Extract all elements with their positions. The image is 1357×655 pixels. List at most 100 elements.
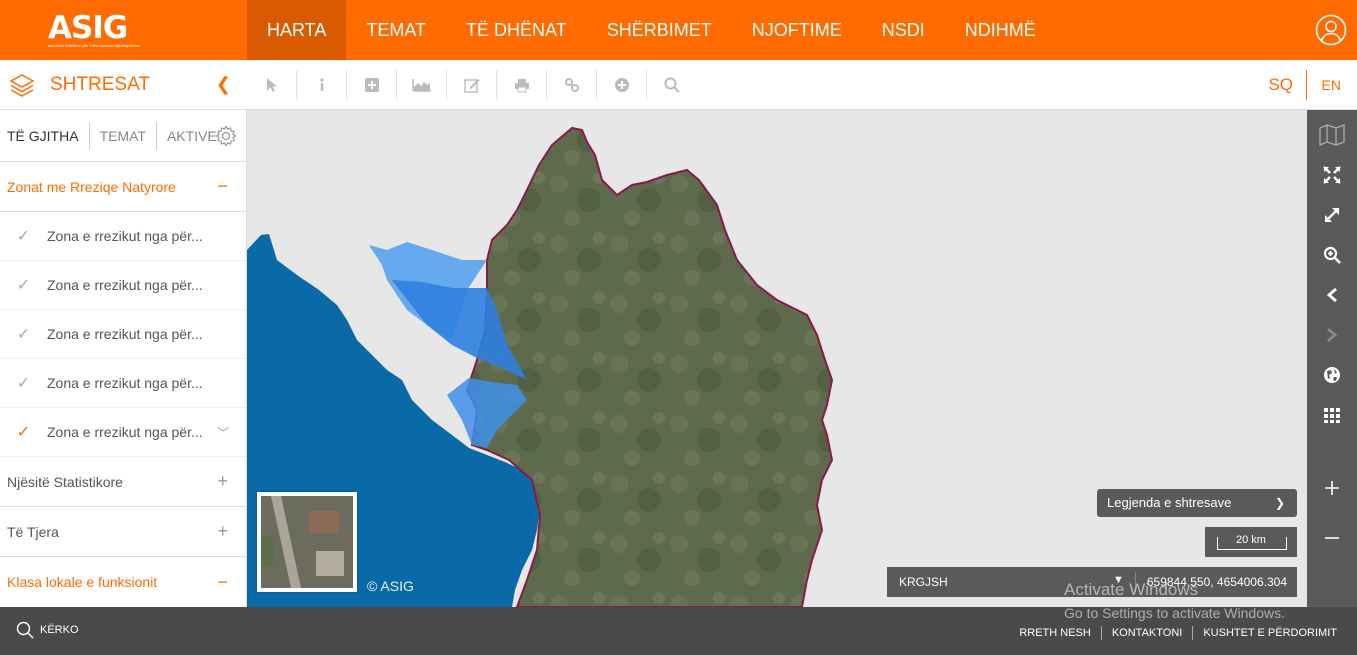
plus-circle-icon [614,78,629,92]
collapse-minus-icon[interactable]: − [217,176,228,197]
logo-tagline: Autoriteti Shtetëror për Informacionin G… [48,43,141,48]
search-icon [16,621,34,639]
print-icon [514,78,529,92]
windows-watermark-title: Activate Windows [1064,580,1199,599]
layers-panel-title: SHTRESAT [50,74,150,95]
chevron-down-icon: ❯ [1274,496,1285,510]
grid-icon [1324,408,1340,423]
nav-nsdi[interactable]: NSDI [862,0,945,60]
lang-sq-button[interactable]: SQ [1268,60,1293,110]
layers-panel-header: SHTRESAT ❮ [0,60,247,110]
globe-button[interactable] [1307,355,1357,395]
layers-icon [9,74,35,97]
footer-link-about[interactable]: RRETH NESH [1009,626,1101,640]
gear-icon[interactable] [215,125,237,147]
main-nav: HARTA TEMAT TË DHËNAT SHËRBIMET NJOFTIME… [247,0,1056,60]
top-navbar: ASIG Autoriteti Shtetëror për Informacio… [0,0,1357,60]
legend-label: Legjenda e shtresave [1107,495,1232,510]
footer-links: RRETH NESH KONTAKTONI KUSHTET E PËRDORIM… [1009,626,1347,640]
share-link-button[interactable] [547,70,597,100]
expand-plus-icon[interactable]: + [217,471,228,492]
layer-item[interactable]: ✓ Zona e rrezikut nga për... ﹀ [0,408,246,457]
nav-ndihme[interactable]: NDIHMË [945,0,1056,60]
crs-select[interactable]: KRGJSH [899,575,948,589]
add-box-icon [364,78,379,92]
expand-plus-icon[interactable]: + [217,521,228,542]
full-extent-button[interactable] [1307,155,1357,195]
nav-te-dhenat[interactable]: TË DHËNAT [446,0,587,60]
group-local-function-class[interactable]: Klasa lokale e funksionit − [0,557,246,607]
chevron-down-icon[interactable]: ﹀ [217,424,229,441]
print-button[interactable] [497,70,547,100]
map-tools [247,60,697,110]
group-others[interactable]: Të Tjera + [0,507,246,557]
windows-watermark-subtitle: Go to Settings to activate Windows. [1064,605,1285,621]
edit-icon [463,79,479,93]
map-layer-graphics [247,126,834,607]
toolbar: SHTRESAT ❮ SQ EN [0,60,1357,110]
footer-link-contact[interactable]: KONTAKTONI [1100,626,1193,640]
map-controls-bar [1307,110,1357,607]
fullscreen-button[interactable] [1307,195,1357,235]
collapse-panel-icon[interactable]: ❮ [216,74,231,95]
group-label: Zonat me Rreziqe Natyrore [7,178,176,195]
fullscreen-icon [1325,208,1339,222]
nav-sherbimet[interactable]: SHËRBIMET [587,0,732,60]
next-extent-button[interactable] [1307,315,1357,355]
collapse-minus-icon[interactable]: − [217,572,228,593]
asig-logo[interactable]: ASIG Autoriteti Shtetëror për Informacio… [0,0,247,60]
group-statistical-units[interactable]: Njësitë Statistikore + [0,457,246,507]
nav-temat[interactable]: TEMAT [346,0,446,60]
layer-label: Zona e rrezikut nga për... [47,228,203,244]
tab-all[interactable]: TË GJITHA [0,121,90,150]
user-account-icon[interactable] [1315,14,1347,46]
lang-divider [1306,70,1307,100]
zoom-in-button[interactable] [1307,468,1357,508]
check-icon[interactable]: ✓ [0,324,47,344]
profile-chart-button[interactable] [397,70,447,100]
lang-en-button[interactable]: EN [1322,60,1341,110]
nav-njoftime[interactable]: NJOFTIME [732,0,862,60]
add-marker-button[interactable] [597,70,647,100]
check-icon[interactable]: ✓ [0,275,47,295]
zoom-box-button[interactable] [1307,235,1357,275]
layer-item[interactable]: ✓ Zona e rrezikut nga për... [0,212,246,261]
minimap[interactable] [257,492,357,592]
layer-tabs: TË GJITHA TEMAT AKTIVE [0,110,246,162]
info-tool-button[interactable] [297,70,347,100]
group-label: Klasa lokale e funksionit [7,574,158,590]
scale-bar: 20 km [1205,527,1297,557]
footer-link-terms[interactable]: KUSHTET E PËRDORIMIT [1192,626,1347,640]
chart-icon [411,79,431,92]
legend-toggle-button[interactable]: Legjenda e shtresave ❯ [1097,489,1297,517]
check-icon[interactable]: ✓ [0,226,47,246]
tab-themes[interactable]: TEMAT [90,121,157,150]
minimap-image [261,496,353,588]
group-label: Të Tjera [7,523,59,540]
layer-label: Zona e rrezikut nga për... [47,326,203,342]
group-label: Njësitë Statistikore [7,473,123,490]
draw-tool-button[interactable] [447,70,497,100]
layer-item[interactable]: ✓ Zona e rrezikut nga për... [0,261,246,310]
info-icon [319,78,324,91]
layers-sidebar: TË GJITHA TEMAT AKTIVE Zonat me Rreziqe … [0,110,247,607]
check-icon[interactable]: ✓ [0,422,47,442]
select-tool-button[interactable] [247,70,297,100]
layer-item[interactable]: ✓ Zona e rrezikut nga për... [0,359,246,408]
previous-extent-button[interactable] [1307,275,1357,315]
map-canvas[interactable]: © ASIG Legjenda e shtresave ❯ 20 km KRGJ… [247,110,1307,607]
layer-item[interactable]: ✓ Zona e rrezikut nga për... [0,310,246,359]
nav-harta[interactable]: HARTA [247,0,347,60]
grid-button[interactable] [1307,395,1357,435]
footer-search[interactable]: KËRKO [16,621,79,639]
check-icon[interactable]: ✓ [0,373,47,393]
minus-icon [1325,537,1339,539]
search-tool-button[interactable] [647,70,697,100]
zoom-out-button[interactable] [1307,518,1357,558]
expand-arrows-icon [1323,166,1341,184]
search-label: KËRKO [40,624,79,636]
basemap-button[interactable] [1307,115,1357,155]
group-natural-hazards[interactable]: Zonat me Rreziqe Natyrore − [0,162,246,212]
chevron-right-icon [1327,327,1338,343]
add-layer-button[interactable] [347,70,397,100]
